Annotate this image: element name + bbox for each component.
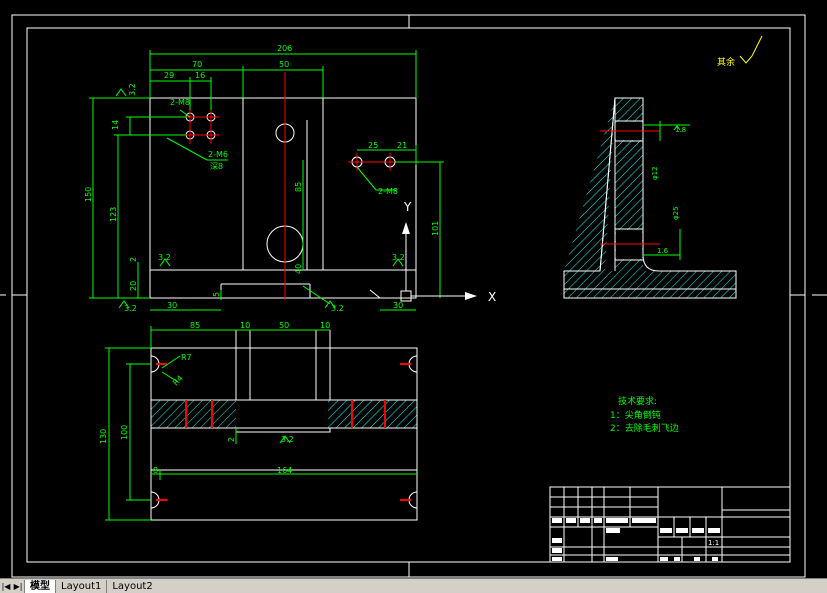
- note-2m6: 2-M6: [208, 150, 228, 159]
- dim-front-2: 2: [227, 437, 236, 442]
- layout-tab-bar: |◀ ▶| 模型 Layout1 Layout2: [0, 578, 827, 593]
- surface-note-text: 其余: [717, 56, 735, 68]
- dim-70: 70: [192, 60, 202, 69]
- roughness-mid-left: 3.2: [158, 253, 171, 262]
- side-dim-phi12: φ12: [651, 166, 659, 180]
- dim-123: 123: [109, 207, 118, 222]
- dim-5: 5: [212, 292, 221, 297]
- roughness-front: 3.2: [281, 435, 294, 444]
- surface-finish-note: 其余: [717, 35, 763, 68]
- dim-29: 29: [164, 71, 174, 80]
- top-view[interactable]: 206 70 50 29 16 2-M8 3.2 14 2-M6 深8 150 …: [84, 44, 496, 313]
- note-2m8-a: 2-M8: [170, 98, 190, 107]
- front-view[interactable]: 85 10 50 10 R7 R4 130 100 2 3.2 8 164: [99, 321, 418, 521]
- dim-2: 2: [129, 257, 138, 262]
- dim-14: 14: [111, 120, 120, 130]
- dim-overall-width: 206: [277, 44, 292, 53]
- dim-50: 50: [279, 60, 289, 69]
- dim-front-r4: R4: [171, 374, 185, 388]
- side-view[interactable]: 1.8 φ12 φ25 1.6: [563, 97, 737, 299]
- note-2m8-b: 2-M8: [378, 187, 398, 196]
- dim-30-right: 30: [393, 301, 403, 310]
- note-deep-8: 深8: [210, 162, 223, 171]
- model-space-canvas[interactable]: 206 70 50 29 16 2-M8 3.2 14 2-M6 深8 150 …: [0, 0, 827, 578]
- tech-requirements: 技术要求: 1：尖角倒钝 2：去除毛刺飞边: [610, 395, 679, 434]
- tech-req-item-1: 1：尖角倒钝: [610, 409, 661, 421]
- dim-101: 101: [431, 221, 440, 236]
- dim-85: 85: [294, 182, 303, 192]
- side-roughness-1-6: 1.6: [657, 247, 669, 255]
- dim-front-85: 85: [190, 321, 200, 330]
- tab-layout1[interactable]: Layout1: [55, 579, 106, 593]
- dim-20: 20: [129, 281, 138, 291]
- tech-req-title: 技术要求:: [618, 395, 657, 407]
- dim-front-130: 130: [99, 429, 108, 444]
- title-block[interactable]: [549, 486, 791, 563]
- dim-front-10a: 10: [240, 321, 250, 330]
- dim-front-164: 164: [277, 466, 292, 475]
- tab-model[interactable]: 模型: [24, 579, 55, 593]
- drawing-svg: 206 70 50 29 16 2-M8 3.2 14 2-M6 深8 150 …: [0, 14, 827, 578]
- roughness-mid-right: 3.2: [392, 253, 405, 262]
- next-tab-button[interactable]: ▶|: [12, 580, 24, 592]
- dim-21: 21: [397, 141, 407, 150]
- side-dim-phi25: φ25: [672, 206, 680, 220]
- dim-16: 16: [195, 71, 205, 80]
- dim-front-100: 100: [120, 425, 129, 440]
- side-roughness-1-8: 1.8: [675, 126, 686, 134]
- dim-30-left: 30: [167, 301, 177, 310]
- dim-40: 40: [294, 264, 303, 274]
- dim-25: 25: [368, 141, 378, 150]
- axis-x-label: X: [488, 290, 496, 304]
- roughness-bottom-left: 3.2: [124, 304, 137, 313]
- tech-req-item-2: 2：去除毛刺飞边: [610, 422, 679, 434]
- roughness-bottom-mid: 3.2: [331, 304, 344, 313]
- first-tab-button[interactable]: |◀: [0, 580, 12, 592]
- dim-front-10b: 10: [320, 321, 330, 330]
- dim-front-50: 50: [279, 321, 289, 330]
- dim-front-8: 8: [153, 466, 158, 475]
- dim-150: 150: [84, 187, 93, 202]
- tab-layout2[interactable]: Layout2: [106, 579, 157, 593]
- axis-y-label: Y: [403, 200, 412, 214]
- roughness-top-left: 3.2: [128, 83, 137, 96]
- title-block-scale: 1:1: [708, 539, 719, 547]
- dim-front-r7: R7: [181, 353, 192, 362]
